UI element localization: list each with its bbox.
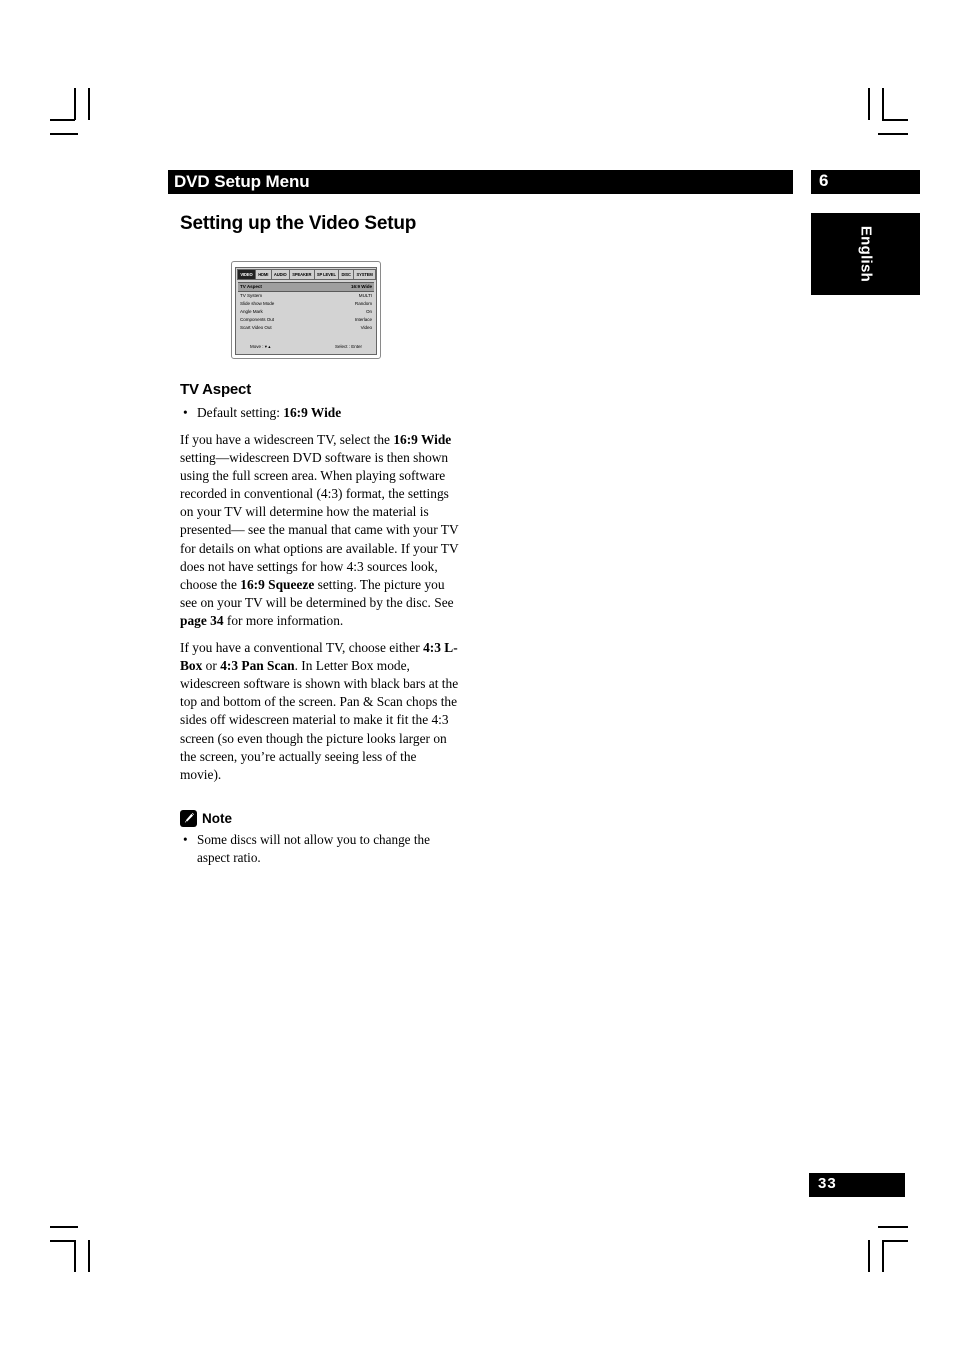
para1-part4: for more information. bbox=[223, 612, 344, 628]
section-title: TV Aspect bbox=[180, 381, 251, 398]
osd-tab-speaker[interactable]: SPEAKER bbox=[288, 269, 315, 280]
paragraph-conventional-tv: If you have a conventional TV, choose ei… bbox=[180, 639, 460, 784]
osd-row-label: Components Out bbox=[240, 317, 275, 322]
crop-mark-bottom-right bbox=[852, 1218, 912, 1278]
para1-bold-16-9-squeeze: 16:9 Squeeze bbox=[240, 576, 315, 592]
osd-tab-sp-level[interactable]: SP LEVEL bbox=[313, 269, 340, 280]
chapter-number-box: 6 bbox=[811, 170, 920, 194]
osd-row-components-out[interactable]: Components Out Interlace bbox=[238, 316, 374, 324]
osd-row-tv-aspect[interactable]: TV Aspect 16:9 Wide bbox=[238, 282, 374, 292]
osd-hint-move: Move : ▾ ▴ bbox=[250, 344, 271, 349]
osd-row-label: Angle Mark bbox=[240, 309, 263, 314]
osd-row-value: MULTI bbox=[358, 293, 372, 298]
chapter-header-bar: DVD Setup Menu bbox=[168, 170, 793, 194]
osd-tab-bar: VIDEO HDMI AUDIO SPEAKER SP LEVEL DISC S… bbox=[237, 269, 377, 280]
language-tab: English bbox=[811, 213, 920, 295]
osd-tab-system[interactable]: SYSTEM bbox=[353, 269, 377, 280]
article-body: TV Aspect • Default setting: 16:9 Wide If… bbox=[180, 381, 460, 793]
default-setting-prefix: Default setting: bbox=[197, 405, 284, 420]
osd-row-label: Scart Video Out bbox=[240, 325, 272, 330]
osd-row-value: Interlace bbox=[354, 317, 372, 322]
language-tab-label: English bbox=[857, 225, 874, 283]
note-block: Note • Some discs will not allow you to c… bbox=[180, 810, 460, 867]
note-label: Note bbox=[202, 811, 232, 826]
osd-tab-audio[interactable]: AUDIO bbox=[270, 269, 290, 280]
default-setting-value: 16:9 Wide bbox=[283, 405, 342, 420]
para2-part2: or bbox=[202, 658, 221, 674]
osd-screen: VIDEO HDMI AUDIO SPEAKER SP LEVEL DISC S… bbox=[235, 267, 377, 355]
osd-settings-list: TV Aspect 16:9 Wide TV System MULTI Slid… bbox=[238, 282, 374, 332]
paragraph-widescreen: If you have a widescreen TV, select the … bbox=[180, 431, 460, 630]
crop-mark-top-left bbox=[46, 88, 106, 148]
chapter-header-title: DVD Setup Menu bbox=[174, 172, 310, 191]
osd-tab-hdmi[interactable]: HDMI bbox=[254, 269, 272, 280]
osd-row-label: TV System bbox=[240, 293, 263, 298]
page-number: 33 bbox=[818, 1175, 837, 1192]
chapter-number: 6 bbox=[819, 171, 829, 190]
para2-bold-4-3-pan-scan: 4:3 Pan Scan bbox=[220, 658, 295, 674]
osd-hint-select: Select : Enter bbox=[334, 344, 362, 349]
osd-row-value: On bbox=[365, 309, 372, 314]
crop-mark-top-right bbox=[852, 88, 912, 148]
osd-row-label: TV Aspect bbox=[240, 284, 262, 289]
default-setting-bullet: • Default setting: 16:9 Wide bbox=[180, 404, 460, 422]
page-title: Setting up the Video Setup bbox=[180, 213, 417, 234]
osd-row-value: Video bbox=[360, 325, 372, 330]
page-number-box: 33 bbox=[809, 1173, 905, 1197]
para1-bold-page-ref: page 34 bbox=[180, 612, 224, 628]
para1-part1: If you have a widescreen TV, select the bbox=[180, 432, 394, 447]
bullet-dot-icon: • bbox=[183, 405, 188, 420]
osd-hint-bar: Move : ▾ ▴ Select : Enter bbox=[236, 343, 376, 354]
note-header: Note bbox=[180, 810, 460, 827]
crop-mark-bottom-left bbox=[46, 1218, 106, 1278]
osd-row-angle-mark[interactable]: Angle Mark On bbox=[238, 308, 374, 316]
osd-row-tv-system[interactable]: TV System MULTI bbox=[238, 292, 374, 300]
pencil-icon bbox=[180, 810, 197, 827]
para2-part3: . In Letter Box mode, widescreen softwar… bbox=[180, 658, 459, 782]
para1-bold-16-9-wide: 16:9 Wide bbox=[393, 432, 452, 447]
osd-row-scart-video-out[interactable]: Scart Video Out Video bbox=[238, 324, 374, 332]
osd-row-slide-show-mode[interactable]: Slide show Mode Random bbox=[238, 300, 374, 308]
note-text-item: • Some discs will not allow you to change… bbox=[180, 831, 460, 867]
osd-row-label: Slide show Mode bbox=[240, 301, 275, 306]
para2-part1: If you have a conventional TV, choose ei… bbox=[180, 640, 424, 656]
para1-part2: setting—widescreen DVD software is then … bbox=[180, 450, 459, 592]
osd-row-value: Random bbox=[354, 301, 372, 306]
osd-screenshot-figure: VIDEO HDMI AUDIO SPEAKER SP LEVEL DISC S… bbox=[231, 261, 381, 359]
bullet-dot-icon: • bbox=[183, 832, 188, 847]
osd-tab-video[interactable]: VIDEO bbox=[237, 269, 256, 280]
osd-tab-disc[interactable]: DISC bbox=[338, 269, 355, 280]
osd-row-value: 16:9 Wide bbox=[351, 284, 372, 289]
note-text: Some discs will not allow you to change … bbox=[197, 832, 430, 865]
